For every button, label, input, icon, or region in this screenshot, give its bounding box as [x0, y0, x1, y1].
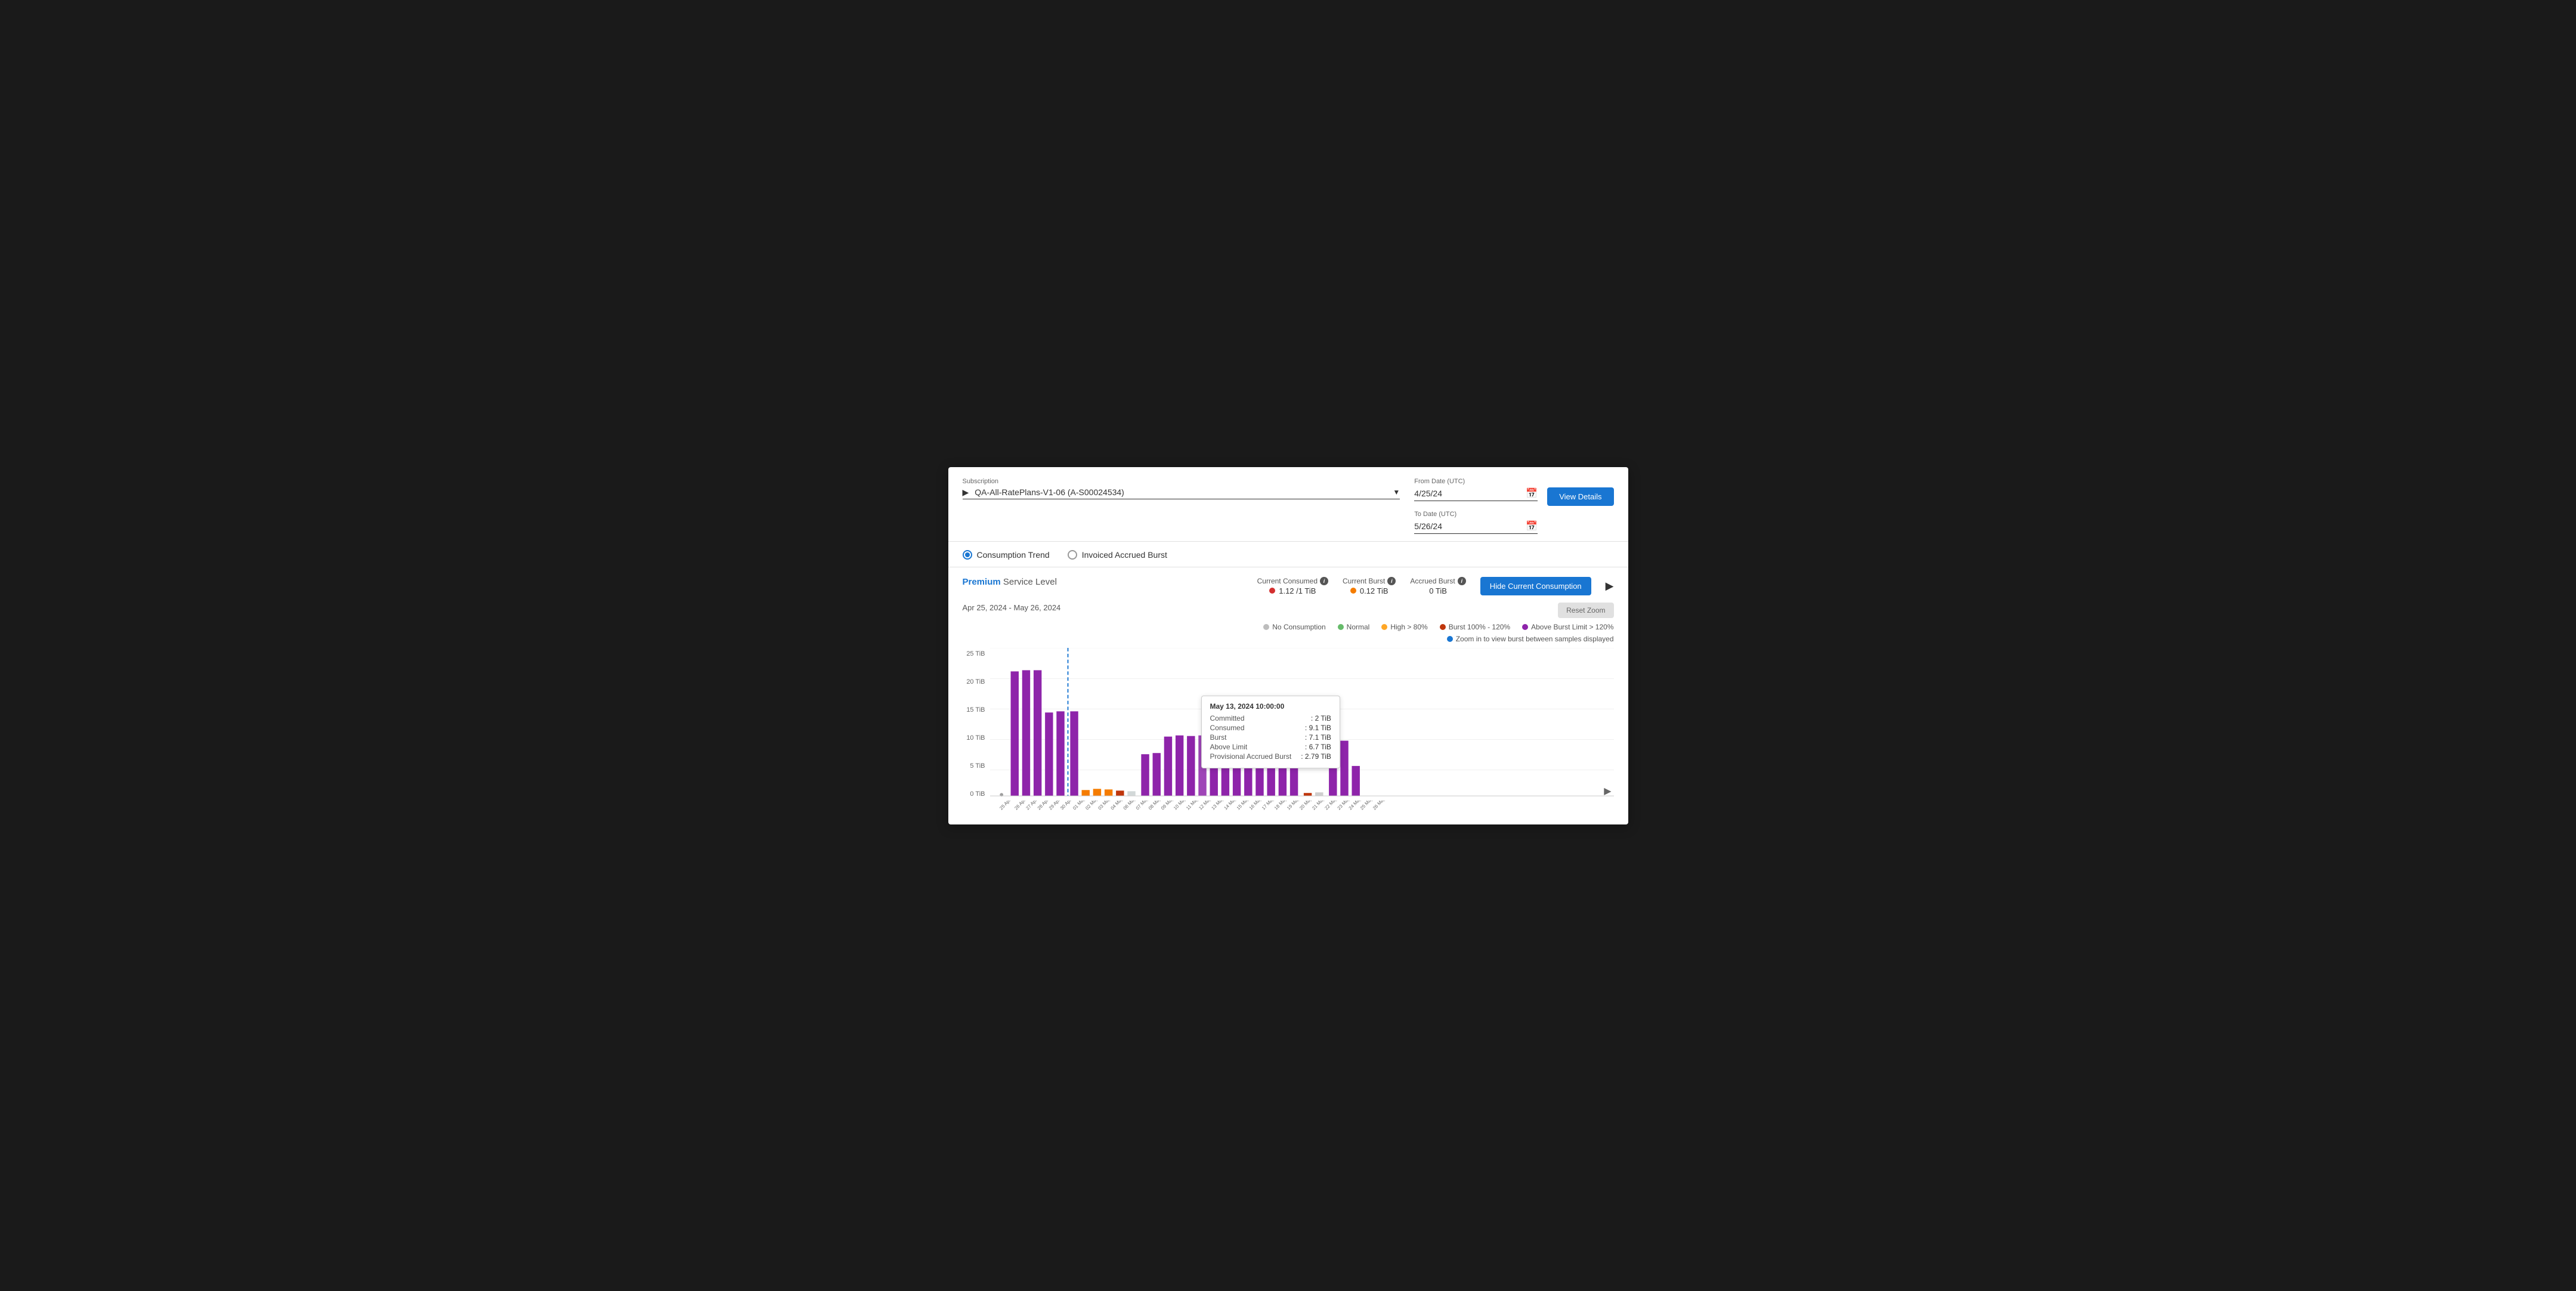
- hide-consumption-arrow-icon[interactable]: ▶: [1606, 580, 1614, 592]
- to-date-input[interactable]: [1414, 521, 1522, 531]
- subscription-dropdown-icon[interactable]: ▼: [1393, 488, 1400, 496]
- dropdown-arrow-icon: ▶: [963, 487, 969, 498]
- accrued-burst-value: 0 TiB: [1429, 586, 1447, 595]
- current-consumed-dot: [1269, 588, 1275, 594]
- view-details-button[interactable]: View Details: [1547, 487, 1613, 506]
- from-date-label: From Date (UTC): [1414, 478, 1538, 485]
- legend-row-2: Zoom in to view burst between samples di…: [963, 635, 1614, 643]
- top-section: Subscription ▶ ▼ From Date (UTC) �: [948, 467, 1628, 542]
- accrued-burst-info-icon[interactable]: i: [1458, 577, 1466, 585]
- service-level-premium: Premium: [963, 577, 1001, 587]
- from-date-calendar-icon[interactable]: 📅: [1526, 487, 1538, 499]
- chart-area: 25 TiB 20 TiB 15 TiB 10 TiB 5 TiB 0 TiB: [963, 648, 1614, 815]
- chart-y-labels: 25 TiB 20 TiB 15 TiB 10 TiB 5 TiB 0 TiB: [963, 648, 988, 815]
- chart-controls-row: Apr 25, 2024 - May 26, 2024 Reset Zoom: [963, 603, 1614, 618]
- legend-normal: Normal: [1338, 623, 1370, 631]
- legend-dot-burst: [1440, 624, 1446, 630]
- subscription-input[interactable]: [975, 487, 1389, 497]
- y-label-5: 5 TiB: [963, 762, 988, 770]
- legend-row: No Consumption Normal High > 80% Burst 1…: [963, 623, 1614, 631]
- subscription-group: Subscription ▶ ▼: [963, 478, 1400, 499]
- date-range-label: Apr 25, 2024 - May 26, 2024: [963, 603, 1061, 612]
- x-axis-labels: 25 Apr 00:00 26 Apr 00:00 27 Apr 04:00 2…: [990, 801, 1614, 815]
- current-burst-dot: [1350, 588, 1356, 594]
- current-burst-label: Current Burst i: [1343, 577, 1396, 585]
- from-date-input[interactable]: [1414, 489, 1522, 498]
- radio-invoiced-burst[interactable]: Invoiced Accrued Burst: [1068, 550, 1167, 560]
- radio-row: Consumption Trend Invoiced Accrued Burst: [948, 542, 1628, 560]
- legend-dot-zoom: [1447, 636, 1453, 642]
- y-label-15: 15 TiB: [963, 706, 988, 714]
- current-consumed-value: 1.12 /1 TiB: [1269, 586, 1316, 595]
- chart-svg: [990, 648, 1614, 801]
- dates-col: From Date (UTC) 📅 To Date (UTC) 📅: [1414, 478, 1538, 534]
- accrued-burst-label: Accrued Burst i: [1410, 577, 1465, 585]
- legend-high: High > 80%: [1381, 623, 1427, 631]
- legend-label-burst: Burst 100% - 120%: [1449, 623, 1510, 631]
- hide-consumption-button[interactable]: Hide Current Consumption: [1480, 577, 1591, 595]
- service-level-title: Premium Service Level: [963, 577, 1057, 587]
- chart-header: Premium Service Level Current Consumed i…: [963, 577, 1614, 595]
- legend-dot-high: [1381, 624, 1387, 630]
- radio-invoiced-burst-circle[interactable]: [1068, 550, 1077, 560]
- subscription-input-row: ▶ ▼: [963, 487, 1400, 499]
- metric-current-burst: Current Burst i 0.12 TiB: [1343, 577, 1396, 595]
- current-consumed-info-icon[interactable]: i: [1320, 577, 1328, 585]
- to-date-group: To Date (UTC) 📅: [1414, 511, 1538, 534]
- subscription-label: Subscription: [963, 478, 1400, 485]
- y-label-20: 20 TiB: [963, 678, 988, 685]
- legend-dot-no-consumption: [1263, 624, 1269, 630]
- current-burst-value: 0.12 TiB: [1350, 586, 1388, 595]
- legend-zoom: Zoom in to view burst between samples di…: [1447, 635, 1614, 643]
- chart-section: Premium Service Level Current Consumed i…: [948, 567, 1628, 824]
- svg-text:26 May 22:00: 26 May 22:00: [1372, 801, 1396, 811]
- radio-consumption-trend-circle[interactable]: [963, 550, 972, 560]
- y-label-25: 25 TiB: [963, 650, 988, 657]
- y-label-10: 10 TiB: [963, 734, 988, 742]
- legend-dot-normal: [1338, 624, 1344, 630]
- metric-current-consumed: Current Consumed i 1.12 /1 TiB: [1257, 577, 1328, 595]
- legend-label-normal: Normal: [1347, 623, 1370, 631]
- legend-label-above-burst: Above Burst Limit > 120%: [1531, 623, 1613, 631]
- legend-label-zoom: Zoom in to view burst between samples di…: [1456, 635, 1614, 643]
- main-container: Subscription ▶ ▼ From Date (UTC) �: [948, 467, 1628, 824]
- y-label-0: 0 TiB: [963, 790, 988, 798]
- legend-dot-above-burst: [1522, 624, 1528, 630]
- reset-zoom-button[interactable]: Reset Zoom: [1558, 603, 1613, 618]
- legend-above-burst: Above Burst Limit > 120%: [1522, 623, 1613, 631]
- legend-label-no-consumption: No Consumption: [1272, 623, 1325, 631]
- to-date-input-row: 📅: [1414, 520, 1538, 534]
- form-row: Subscription ▶ ▼ From Date (UTC) �: [963, 478, 1614, 534]
- to-date-label: To Date (UTC): [1414, 511, 1538, 518]
- legend-burst: Burst 100% - 120%: [1440, 623, 1510, 631]
- radio-consumption-trend[interactable]: Consumption Trend: [963, 550, 1050, 560]
- from-date-input-row: 📅: [1414, 487, 1538, 501]
- scroll-right-indicator[interactable]: ▶: [1604, 785, 1611, 797]
- legend-label-high: High > 80%: [1390, 623, 1427, 631]
- to-date-calendar-icon[interactable]: 📅: [1526, 520, 1538, 532]
- radio-consumption-trend-label: Consumption Trend: [977, 550, 1050, 560]
- from-date-group: From Date (UTC) 📅: [1414, 478, 1538, 501]
- service-level-row: Premium Service Level: [963, 577, 1057, 587]
- radio-invoiced-burst-label: Invoiced Accrued Burst: [1082, 550, 1167, 560]
- service-level-suffix: Service Level: [1001, 577, 1057, 587]
- legend-no-consumption: No Consumption: [1263, 623, 1325, 631]
- current-consumed-label: Current Consumed i: [1257, 577, 1328, 585]
- current-burst-info-icon[interactable]: i: [1387, 577, 1396, 585]
- metric-accrued-burst: Accrued Burst i 0 TiB: [1410, 577, 1465, 595]
